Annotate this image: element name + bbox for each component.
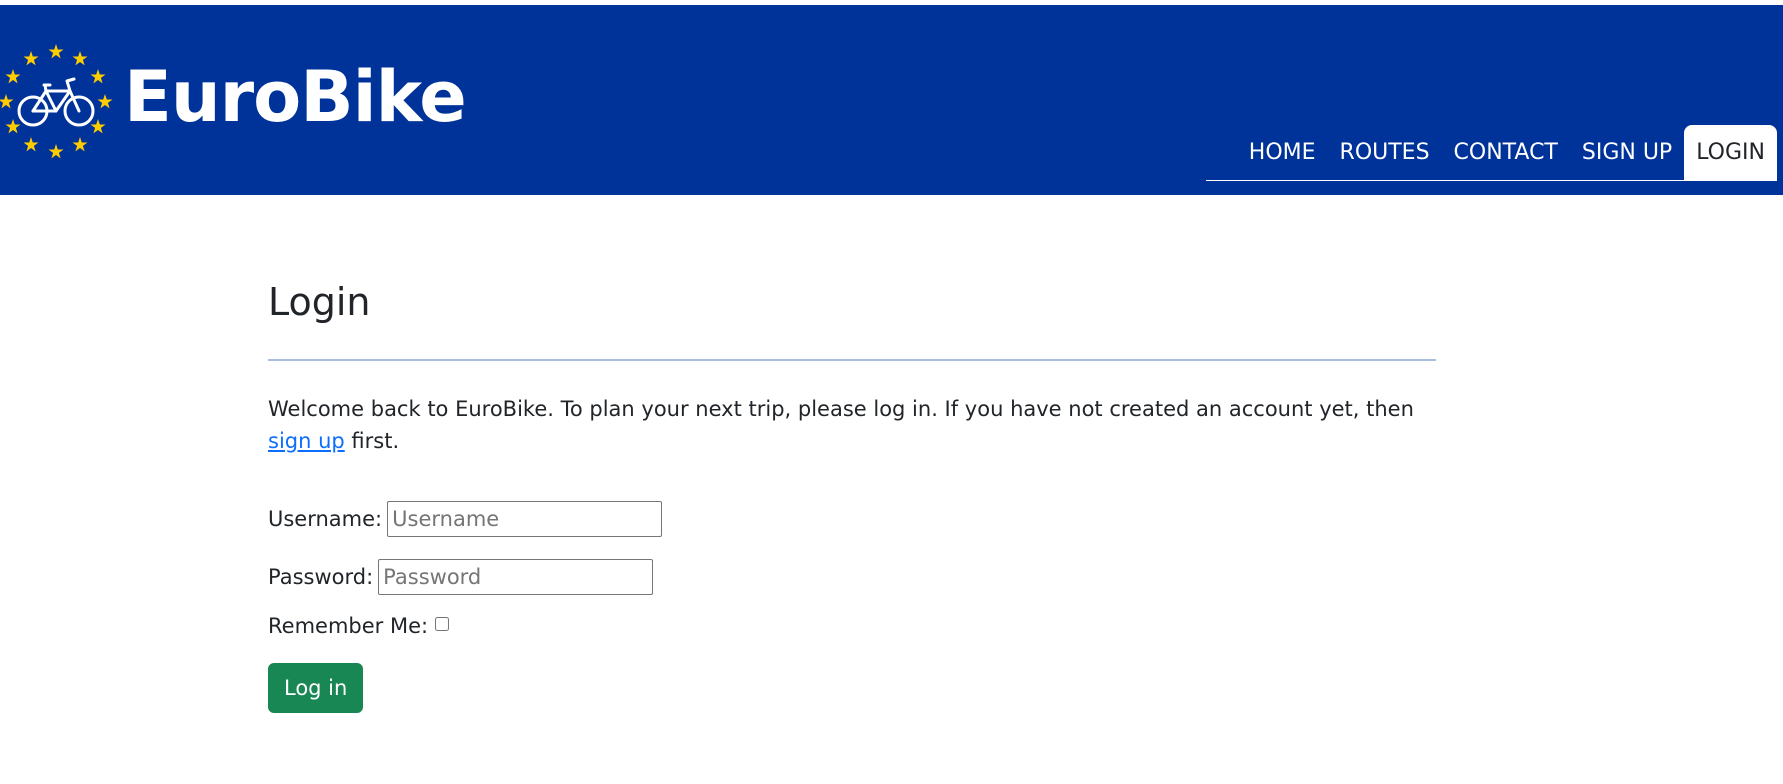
sign-up-link[interactable]: sign up <box>268 429 345 453</box>
login-button[interactable]: Log in <box>268 663 364 713</box>
remember-me-checkbox[interactable] <box>435 617 450 631</box>
intro-text: Welcome back to EuroBike. To plan your n… <box>268 397 1414 421</box>
title-divider <box>268 359 1436 361</box>
nav-item-routes[interactable]: ROUTES <box>1328 125 1442 180</box>
brand-title[interactable]: EuroBike <box>124 49 467 145</box>
remember-me-label: Remember Me: <box>268 614 429 638</box>
login-content: Login Welcome back to EuroBike. To plan … <box>268 265 1436 713</box>
intro-paragraph: Welcome back to EuroBike. To plan your n… <box>268 393 1436 457</box>
nav-item-contact[interactable]: CONTACT <box>1442 125 1570 180</box>
intro-suffix: first. <box>344 429 400 453</box>
username-input[interactable] <box>387 501 663 537</box>
nav-item-login[interactable]: LOGIN <box>1684 125 1777 180</box>
password-input[interactable] <box>378 559 654 595</box>
password-row: Password: <box>268 559 1436 595</box>
username-row: Username: <box>268 501 1436 537</box>
login-form: Username: Password: Remember Me: Log in <box>268 501 1436 713</box>
nav-item-home[interactable]: HOME <box>1237 125 1328 180</box>
bicycle-in-eu-stars-icon[interactable] <box>0 41 114 167</box>
password-label: Password: <box>268 565 374 589</box>
nav-item-sign-up[interactable]: SIGN UP <box>1570 125 1684 180</box>
page-title: Login <box>268 280 371 324</box>
site-header: EuroBike HOME ROUTES CONTACT SIGN UP LOG… <box>0 5 1783 195</box>
main-nav: HOME ROUTES CONTACT SIGN UP LOGIN <box>1206 125 1777 181</box>
username-label: Username: <box>268 507 383 531</box>
remember-row: Remember Me: <box>268 614 1436 638</box>
